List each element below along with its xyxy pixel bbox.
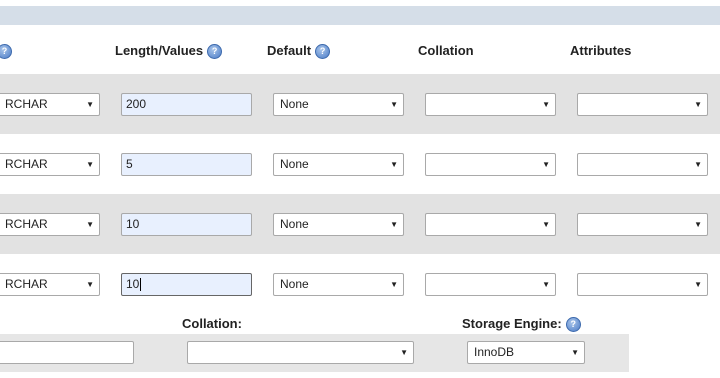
chevron-down-icon: ▼ [542,220,550,229]
attributes-header: Attributes [570,43,631,58]
chevron-down-icon: ▼ [694,220,702,229]
chevron-down-icon: ▼ [86,100,94,109]
default-select[interactable]: None ▼ [273,273,404,296]
table-collation-label: Collation: [182,316,242,331]
attributes-select[interactable]: ▼ [577,273,708,296]
storage-engine-select[interactable]: InnoDB ▼ [467,341,585,364]
chevron-down-icon: ▼ [390,160,398,169]
chevron-down-icon: ▼ [400,348,408,357]
attributes-select[interactable]: ▼ [577,93,708,116]
chevron-down-icon: ▼ [694,100,702,109]
collation-select[interactable]: ▼ [425,213,556,236]
default-select[interactable]: None ▼ [273,93,404,116]
length-values-header: Length/Values? [115,43,223,60]
table-header-bar [0,6,720,25]
collation-select[interactable]: ▼ [425,273,556,296]
attributes-select[interactable]: ▼ [577,213,708,236]
chevron-down-icon: ▼ [390,100,398,109]
collation-select[interactable]: ▼ [425,93,556,116]
chevron-down-icon: ▼ [86,160,94,169]
length-values-input[interactable]: 200 [121,93,252,116]
length-values-header-label: Length/Values [115,43,204,58]
chevron-down-icon: ▼ [390,220,398,229]
help-icon[interactable]: ? [565,317,581,333]
chevron-down-icon: ▼ [86,220,94,229]
type-help-icon-cell: ? [0,43,12,60]
table-collation-select[interactable]: ▼ [187,341,414,364]
length-values-input[interactable]: 10 [121,273,252,296]
type-select[interactable]: RCHAR ▼ [0,93,100,116]
default-select[interactable]: None ▼ [273,213,404,236]
default-header: Default? [267,43,331,60]
attributes-header-label: Attributes [570,43,632,58]
storage-engine-label: Storage Engine:? [462,316,581,333]
collation-header-label: Collation [418,43,474,58]
help-icon[interactable]: ? [207,44,223,60]
chevron-down-icon: ▼ [86,280,94,289]
chevron-down-icon: ▼ [542,100,550,109]
column-row: RCHAR ▼ 5 None ▼ ▼ ▼ [0,134,720,194]
length-values-input[interactable]: 5 [121,153,252,176]
collation-select[interactable]: ▼ [425,153,556,176]
type-select[interactable]: RCHAR ▼ [0,213,100,236]
chevron-down-icon: ▼ [694,160,702,169]
default-header-label: Default [267,43,312,58]
default-select[interactable]: None ▼ [273,153,404,176]
type-select[interactable]: RCHAR ▼ [0,153,100,176]
chevron-down-icon: ▼ [542,280,550,289]
help-icon[interactable]: ? [315,44,331,60]
help-icon[interactable]: ? [0,44,12,60]
text-caret [140,278,142,292]
chevron-down-icon: ▼ [390,280,398,289]
chevron-down-icon: ▼ [694,280,702,289]
column-row: RCHAR ▼ 10 None ▼ ▼ ▼ [0,194,720,254]
chevron-down-icon: ▼ [571,348,579,357]
type-select[interactable]: RCHAR ▼ [0,273,100,296]
collation-header: Collation [418,43,474,58]
attributes-select[interactable]: ▼ [577,153,708,176]
chevron-down-icon: ▼ [542,160,550,169]
column-row: RCHAR ▼ 10 None ▼ ▼ ▼ [0,254,720,314]
column-row: RCHAR ▼ 200 None ▼ ▼ ▼ [0,74,720,134]
length-values-input[interactable]: 10 [121,213,252,236]
table-comments-input[interactable] [0,341,134,364]
